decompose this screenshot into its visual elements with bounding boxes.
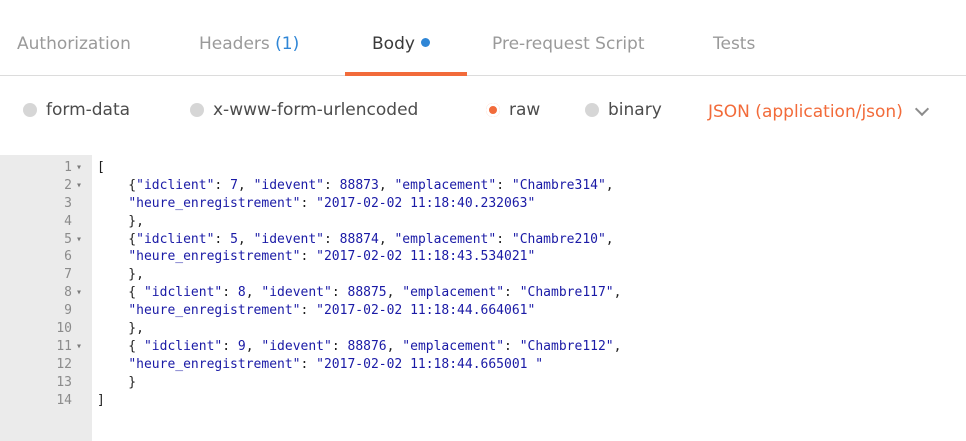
code-line: 1 ▾ [	[0, 159, 966, 177]
tab-body-label: Body	[372, 34, 415, 54]
code-text: },	[97, 321, 144, 337]
code-text: "heure_enregistrement": "2017-02-02 11:1…	[128, 303, 536, 319]
radio-binary[interactable]: binary	[585, 100, 662, 120]
fold-arrow-icon[interactable]: ▾	[76, 159, 82, 177]
line-number: 7	[64, 267, 72, 283]
line-number: 11	[56, 338, 72, 354]
tab-body[interactable]: Body	[372, 34, 430, 54]
tab-tests[interactable]: Tests	[713, 34, 755, 54]
fold-arrow-icon[interactable]: ▾	[76, 338, 82, 356]
line-number: 14	[56, 392, 72, 408]
code-text: },	[97, 267, 144, 283]
tab-prerequest-label: Pre-request Script	[492, 34, 645, 54]
code-line: 12 "heure_enregistrement": "2017-02-02 1…	[0, 356, 966, 374]
radio-urlencoded[interactable]: x-www-form-urlencoded	[190, 100, 418, 120]
code-editor[interactable]: 1 ▾[2 ▾ {"idclient": 7, "idevent": 88873, …	[0, 155, 966, 441]
radio-off-icon[interactable]	[585, 103, 599, 117]
line-number: 4	[64, 213, 72, 229]
code-text: "heure_enregistrement": "2017-02-02 11:1…	[128, 356, 544, 372]
tab-authorization[interactable]: Authorization	[17, 34, 131, 54]
code-line: 11 ▾ { "idclient": 9, "idevent": 88876, "…	[0, 338, 966, 356]
radio-raw[interactable]: raw	[486, 100, 540, 120]
code-line: 9 "heure_enregistrement": "2017-02-02 11…	[0, 302, 966, 320]
code-line: 6 "heure_enregistrement": "2017-02-02 11…	[0, 248, 966, 266]
radio-urlencoded-label: x-www-form-urlencoded	[213, 100, 419, 120]
request-tabs: Authorization Headers (1) Body Pre-reque…	[0, 0, 966, 76]
code-text: {"idclient": 5, "idevent": 88874, "empla…	[97, 231, 614, 247]
tab-prerequest-script[interactable]: Pre-request Script	[492, 34, 645, 54]
code-line: 13 }	[0, 374, 966, 392]
radio-on-icon[interactable]	[486, 103, 500, 117]
code-text: [	[97, 160, 105, 175]
editor-lines: 1 ▾[2 ▾ {"idclient": 7, "idevent": 88873, …	[0, 159, 966, 409]
code-text: {"idclient": 7, "idevent": 88873, "empla…	[97, 177, 614, 193]
line-number: 9	[64, 303, 72, 319]
code-text: "heure_enregistrement": "2017-02-02 11:1…	[128, 249, 536, 265]
line-number: 1	[64, 160, 72, 175]
code-line: 3 "heure_enregistrement": "2017-02-02 11…	[0, 195, 966, 213]
code-text: "heure_enregistrement": "2017-02-02 11:1…	[128, 195, 536, 211]
code-text: }	[97, 374, 137, 390]
line-number: 6	[64, 249, 72, 265]
code-text: },	[97, 213, 144, 229]
line-number: 13	[56, 374, 72, 390]
tab-authorization-label: Authorization	[17, 34, 131, 54]
code-line: 2 ▾ {"idclient": 7, "idevent": 88873, "em…	[0, 177, 966, 195]
headers-count-badge: (1)	[275, 34, 300, 54]
code-text: { "idclient": 8, "idevent": 88875, "empl…	[97, 285, 622, 301]
code-line: 8 ▾ { "idclient": 8, "idevent": 88875, "e…	[0, 284, 966, 302]
body-modified-dot-icon	[420, 38, 430, 47]
content-type-dropdown[interactable]: JSON (application/json)	[708, 101, 929, 122]
tab-headers-label: Headers	[199, 34, 270, 54]
radio-off-icon[interactable]	[23, 103, 37, 117]
tab-headers[interactable]: Headers (1)	[199, 34, 299, 54]
content-type-label: JSON (application/json)	[708, 102, 903, 122]
line-number: 5	[64, 231, 72, 247]
code-text: ]	[97, 392, 105, 408]
line-number: 2	[64, 177, 72, 193]
code-text: { "idclient": 9, "idevent": 88876, "empl…	[97, 338, 622, 354]
body-type-options: form-data x-www-form-urlencoded raw bina…	[0, 76, 966, 148]
line-number: 10	[56, 321, 72, 337]
tab-tests-label: Tests	[713, 34, 756, 54]
radio-raw-label: raw	[509, 100, 541, 120]
radio-off-icon[interactable]	[190, 103, 204, 117]
radio-binary-label: binary	[608, 100, 662, 120]
line-number: 8	[64, 285, 72, 301]
code-line: 7 },	[0, 266, 966, 284]
line-number: 12	[56, 356, 72, 372]
fold-arrow-icon[interactable]: ▾	[76, 231, 82, 249]
fold-arrow-icon[interactable]: ▾	[76, 284, 82, 302]
code-line: 5 ▾ {"idclient": 5, "idevent": 88874, "em…	[0, 231, 966, 249]
line-number: 3	[64, 195, 72, 211]
chevron-down-icon	[914, 101, 929, 117]
fold-arrow-icon[interactable]: ▾	[76, 177, 82, 195]
code-line: 4 },	[0, 213, 966, 231]
radio-form-data-label: form-data	[46, 100, 131, 120]
code-line: 10 },	[0, 320, 966, 338]
code-line: 14]	[0, 392, 966, 410]
radio-form-data[interactable]: form-data	[23, 100, 130, 120]
